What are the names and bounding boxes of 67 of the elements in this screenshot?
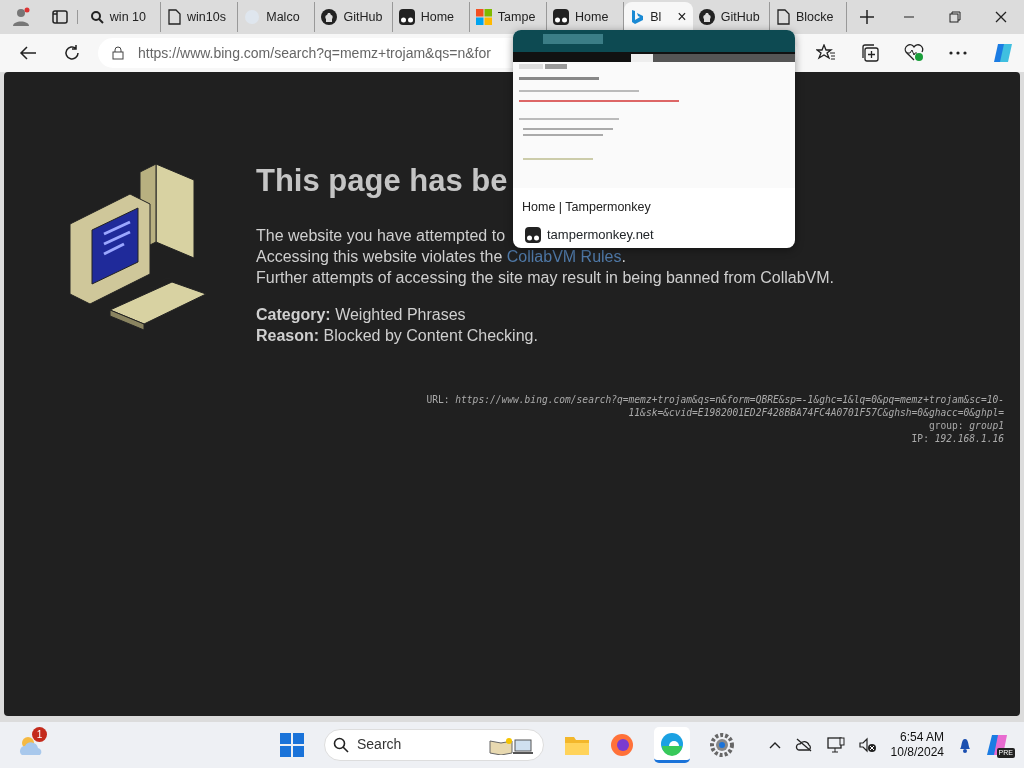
browser-tab[interactable]: win 10: [83, 2, 162, 32]
info-line: URL: https://www.bing.com/search?q=memz+trojam&qs=n&form=QBRE&sp=-1&ghc=1&lq=0&pq=memz+trojam&sc=10-: [425, 393, 1004, 407]
search-field[interactable]: Search: [324, 729, 544, 761]
bell-icon[interactable]: [958, 737, 972, 753]
device-icon[interactable]: [826, 737, 845, 753]
settings-icon[interactable]: [710, 733, 734, 757]
message-line: Accessing this website violates the CollabVM Rules.: [256, 247, 626, 268]
health-icon[interactable]: [904, 44, 924, 62]
message-line: The website you have attempted to: [256, 226, 506, 247]
more-icon[interactable]: [949, 51, 967, 55]
clock-date[interactable]: 10/8/2024: [890, 745, 944, 760]
firefox-icon[interactable]: [610, 733, 634, 757]
tab-title: Blocke: [795, 8, 834, 26]
tampermonkey-icon: [398, 9, 415, 25]
mute-icon[interactable]: [858, 737, 877, 753]
detail-line: Category: Weighted Phrases: [256, 305, 466, 326]
tab-title: Bl: [650, 8, 662, 26]
info-line: 11&sk=&cvid=E1982001ED2F428BBA74FC4A0701F57C&ghsh=0&ghacc=0&ghpl=: [627, 406, 1004, 420]
github-icon: [321, 9, 338, 25]
tab-title: Home: [575, 8, 609, 26]
close-icon[interactable]: [995, 11, 1007, 23]
notification-badge: 1: [32, 726, 47, 742]
browser-tab[interactable]: Bl ×: [624, 2, 693, 32]
favorites-icon[interactable]: [816, 44, 836, 62]
edge-icon[interactable]: [660, 731, 684, 756]
tab-title: Home: [420, 8, 454, 26]
profile-icon[interactable]: [11, 7, 32, 27]
tab-title: win10s: [187, 8, 226, 26]
browser-tab[interactable]: GitHub: [315, 2, 393, 32]
refresh-icon[interactable]: [63, 44, 81, 62]
restore-icon[interactable]: [949, 11, 961, 23]
preview-title: Home | Tampermonkey: [521, 199, 652, 216]
document-icon: [775, 9, 790, 25]
info-line: group: group1: [927, 419, 1004, 433]
bing-icon: [630, 9, 645, 25]
tampermonkey-icon: [553, 9, 570, 25]
browser-tab[interactable]: win10s: [161, 2, 239, 32]
vertical-tabs-icon[interactable]: [51, 10, 68, 24]
document-icon: [167, 9, 182, 25]
tab-title: Malco: [266, 8, 300, 26]
lock-icon: [112, 46, 124, 60]
rules-link[interactable]: CollabVM Rules: [506, 248, 622, 266]
tab-title: win 10: [109, 8, 146, 26]
preview-site: tampermonkey.net: [547, 225, 654, 244]
cloud-off-icon[interactable]: [794, 738, 813, 752]
search-icon: [89, 10, 104, 24]
tab-title: Tampe: [497, 8, 536, 26]
clock-time[interactable]: 6:54 AM: [890, 730, 944, 745]
tampermonkey-icon: [525, 226, 541, 243]
collections-icon[interactable]: [861, 44, 879, 62]
search-icon: [333, 737, 349, 753]
chevron-up-icon[interactable]: [768, 741, 781, 749]
tab-title: GitHub: [343, 8, 383, 26]
start-icon[interactable]: [280, 733, 304, 757]
github-icon: [698, 9, 715, 25]
info-line: IP: 192.168.1.16: [910, 432, 1004, 446]
windows-logo-icon: [475, 9, 492, 25]
page-heading: This page has be: [256, 162, 508, 200]
back-icon[interactable]: [19, 45, 37, 61]
message-line: Further attempts of accessing the site may result in being banned from CollabVM.: [256, 268, 835, 289]
new-tab-icon[interactable]: [858, 9, 875, 25]
detail-line: Reason: Blocked by Content Checking.: [256, 326, 538, 347]
close-tab-icon[interactable]: ×: [677, 5, 687, 29]
book-icon: [489, 736, 535, 755]
browser-tab[interactable]: Home: [392, 2, 470, 32]
tab-title: GitHub: [720, 8, 760, 26]
browser-tab[interactable]: Malco: [238, 2, 316, 32]
